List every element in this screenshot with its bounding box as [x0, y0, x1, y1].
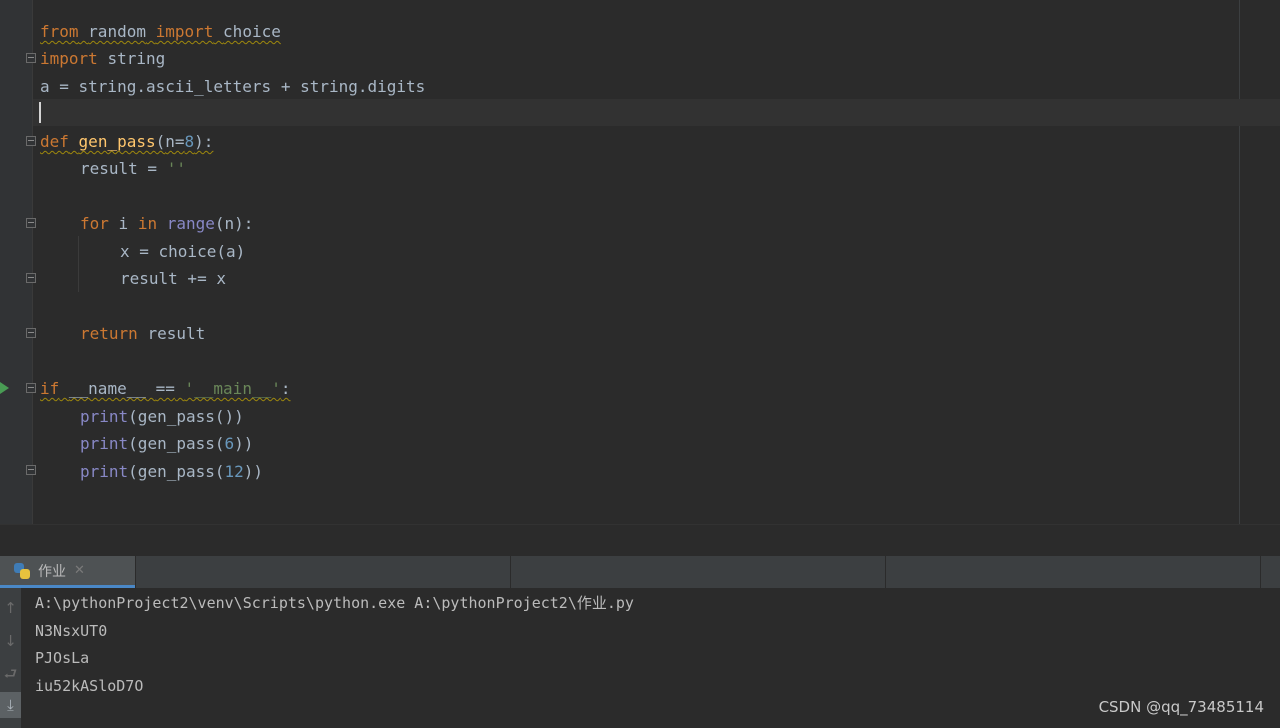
fold-marker-imports[interactable]	[26, 53, 36, 63]
code-line-14[interactable]: if __name__ == '__main__':	[40, 375, 290, 402]
param: n=	[165, 132, 185, 151]
console-line: iu52kASloD7O	[35, 677, 144, 695]
fold-marker-if[interactable]	[26, 383, 36, 393]
code-text: x = choice(a)	[120, 242, 246, 261]
code-text: (gen_pass(	[128, 462, 225, 481]
code-line-6[interactable]: result = ''	[80, 155, 186, 182]
indent-guide	[78, 236, 79, 292]
code-text: (gen_pass(	[128, 434, 225, 453]
code-line-9[interactable]: x = choice(a)	[120, 238, 245, 265]
paren: ):	[194, 132, 214, 151]
console-line: A:\pythonProject2\venv\Scripts\python.ex…	[35, 594, 634, 612]
paren: (	[155, 132, 166, 151]
up-arrow-icon[interactable]: ↑	[0, 595, 21, 621]
string-literal: '__main__'	[184, 379, 281, 398]
code-line-2[interactable]: import string	[40, 45, 165, 72]
code-line-10[interactable]: result += x	[120, 265, 226, 292]
fold-marker-for[interactable]	[26, 218, 36, 228]
number: 8	[184, 132, 195, 151]
console-line: PJOsLa	[35, 649, 90, 667]
text-caret	[39, 102, 41, 123]
run-tab-label: 作业	[38, 563, 66, 580]
code-line-5[interactable]: def gen_pass(n=8):	[40, 128, 213, 155]
keyword: def	[40, 132, 69, 151]
code-line-1[interactable]: from random import choice	[40, 18, 281, 45]
run-tab[interactable]: 作业 ✕	[0, 556, 135, 588]
python-icon	[14, 562, 30, 579]
keyword: for	[80, 214, 109, 233]
code-line-8[interactable]: for i in range(n):	[80, 210, 253, 237]
tab-divider	[885, 556, 886, 588]
builtin: range	[166, 214, 215, 233]
fold-marker-if-end[interactable]	[26, 465, 36, 475]
number: 6	[224, 434, 235, 453]
editor-gutter[interactable]	[0, 0, 33, 524]
keyword: from	[40, 22, 79, 41]
code-text: (n):	[214, 214, 254, 233]
code-text: result	[147, 324, 206, 343]
fold-marker-def-end[interactable]	[26, 328, 36, 338]
colon: :	[280, 379, 291, 398]
code-text: ))	[234, 434, 254, 453]
soft-wrap-icon[interactable]: ⮐	[0, 661, 21, 687]
scroll-to-end-icon[interactable]: ⤓	[0, 692, 21, 718]
keyword: return	[80, 324, 138, 343]
code-line-17[interactable]: print(gen_pass(12))	[80, 458, 263, 485]
tab-divider	[1260, 556, 1261, 588]
module-name: string	[107, 49, 166, 68]
run-toolbar: ↑ ↓ ⮐ ⤓	[0, 588, 21, 728]
code-text: result += x	[120, 269, 226, 288]
code-text: a = string.ascii_letters + string.digits	[40, 77, 426, 96]
run-tab-bar: 作业 ✕	[0, 556, 1280, 588]
variable: i	[118, 214, 129, 233]
dunder-name: __name__	[68, 379, 146, 398]
current-line-highlight	[33, 99, 1280, 126]
tab-divider	[510, 556, 511, 588]
code-text: (gen_pass())	[128, 407, 244, 426]
operator: ==	[155, 379, 175, 398]
close-icon[interactable]: ✕	[74, 563, 85, 578]
right-margin-guide	[1239, 0, 1240, 524]
code-line-12[interactable]: return result	[80, 320, 205, 347]
tab-divider	[135, 556, 136, 588]
builtin: print	[80, 434, 129, 453]
keyword: import	[40, 49, 98, 68]
fold-marker-def[interactable]	[26, 136, 36, 146]
watermark: CSDN @qq_73485114	[1098, 698, 1264, 716]
code-line-15[interactable]: print(gen_pass())	[80, 403, 244, 430]
down-arrow-icon[interactable]: ↓	[0, 628, 21, 654]
editor-horizontal-scroll-area[interactable]	[0, 524, 1280, 557]
imported-name: choice	[223, 22, 281, 41]
code-text: result =	[80, 159, 167, 178]
code-editor[interactable]: from random import choice import string …	[0, 0, 1280, 524]
builtin: print	[80, 462, 129, 481]
module-name: random	[88, 22, 146, 41]
number: 12	[224, 462, 244, 481]
function-name: gen_pass	[78, 132, 156, 151]
run-gutter-icon[interactable]	[0, 382, 9, 394]
keyword: import	[155, 22, 214, 41]
builtin: print	[80, 407, 129, 426]
keyword: if	[40, 379, 60, 398]
code-line-3[interactable]: a = string.ascii_letters + string.digits	[40, 73, 425, 100]
console-line: N3NsxUT0	[35, 622, 108, 640]
string-literal: ''	[166, 159, 186, 178]
code-line-16[interactable]: print(gen_pass(6))	[80, 430, 253, 457]
fold-marker-for-end[interactable]	[26, 273, 36, 283]
code-text: ))	[243, 462, 264, 481]
keyword: in	[137, 214, 158, 233]
